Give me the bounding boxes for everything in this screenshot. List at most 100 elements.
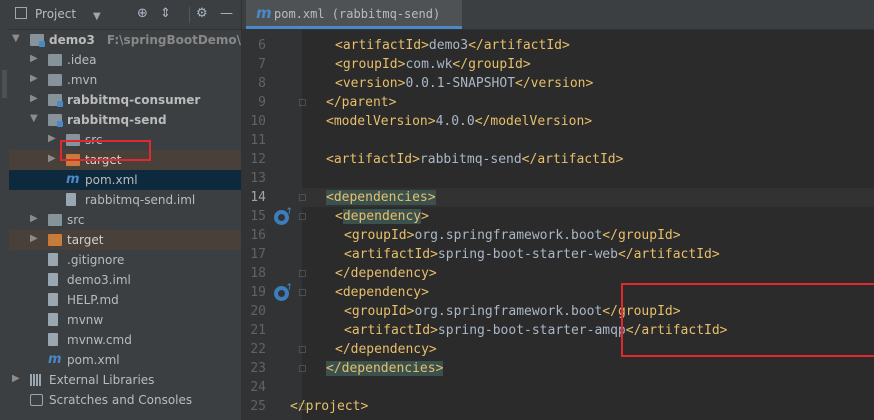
tree-item-label: External Libraries <box>49 373 155 387</box>
expand-right-icon[interactable]: ▶ <box>48 133 58 144</box>
tree-item[interactable]: m pom.xml <box>9 350 241 370</box>
expand-down-icon[interactable]: ▼ <box>30 113 40 124</box>
tree-item-label: mvnw <box>67 313 104 327</box>
xml-tag: </groupId> <box>602 228 681 243</box>
line-number: 19 <box>250 285 266 300</box>
tree-item[interactable]: ▶ .mvn <box>9 70 241 90</box>
xml-text: com.wk <box>405 57 453 72</box>
chevron-down-icon[interactable]: ▼ <box>93 9 101 25</box>
tree-item[interactable]: rabbitmq-send.iml <box>9 190 241 210</box>
xml-tag: </dependency> <box>335 266 437 281</box>
gear-icon[interactable]: ⚙ <box>196 6 208 22</box>
expand-right-icon[interactable]: ▶ <box>30 93 40 104</box>
code-line: <groupId>com.wk</groupId> <box>335 57 531 72</box>
tree-item-label: demo3.iml <box>67 273 131 287</box>
tab-pom-xml[interactable]: m pom.xml (rabbitmq-send) <box>246 0 462 29</box>
xml-tag: <dependency> <box>335 285 429 300</box>
tree-item[interactable]: demo3.iml <box>9 270 241 290</box>
scratches-icon <box>30 394 43 406</box>
line-number: 25 <box>250 399 266 414</box>
xml-text: spring-boot-starter-web <box>437 247 618 262</box>
expand-right-icon[interactable]: ▶ <box>30 233 40 244</box>
tree-item[interactable]: ▶ .idea <box>9 50 241 70</box>
code-line: </project> <box>290 399 368 414</box>
xml-tag: <groupId> <box>335 57 406 72</box>
file-icon <box>48 313 58 326</box>
line-number: 10 <box>250 114 266 129</box>
tree-item[interactable]: ▼ rabbitmq-send <box>9 110 241 130</box>
tree-item[interactable]: ▶ rabbitmq-consumer <box>9 90 241 110</box>
module-folder-icon <box>48 94 63 107</box>
tree-item[interactable]: .gitignore <box>9 250 241 270</box>
tree-item-label: .idea <box>67 53 97 67</box>
project-path: F:\springBootDemo\dem <box>106 33 241 47</box>
editor-pane: m pom.xml (rabbitmq-send) 6 7 8 9 ▢ 10 11 12 13 1… <box>241 0 874 420</box>
xml-tag: </artifactId> <box>617 247 720 262</box>
maven-file-icon: m <box>66 172 80 187</box>
project-view-icon <box>15 7 27 19</box>
tree-item[interactable]: mvnw <box>9 310 241 330</box>
tree-item[interactable]: ▶ External Libraries <box>9 370 241 390</box>
xml-tag: <artifactId> <box>344 247 438 262</box>
folder-icon <box>48 54 62 66</box>
xml-tag: </dependencies> <box>326 361 444 376</box>
collapse-all-icon[interactable]: ⇕ <box>160 6 171 22</box>
tree-item-label: target <box>67 233 104 247</box>
tree-item-label: .gitignore <box>67 253 125 267</box>
line-number: 20 <box>250 304 266 319</box>
dependency-gutter-icon[interactable]: ↑ <box>274 283 293 301</box>
xml-tag: <modelVersion> <box>326 114 436 129</box>
tree-item[interactable]: mvnw.cmd <box>9 330 241 350</box>
tree-item[interactable]: Scratches and Consoles <box>9 390 241 410</box>
tree-item[interactable]: HELP.md <box>9 290 241 310</box>
line-number: 23 <box>250 361 266 376</box>
expand-right-icon[interactable]: ▶ <box>30 73 40 84</box>
excluded-folder-icon <box>48 234 62 246</box>
editor-gutter: 6 7 8 9 ▢ 10 11 12 13 14 ▢ 15 ▢ ↑ 16 17 18 ▢ 19 ▢ ↑ 20 21 22 ▢ 23… <box>242 30 307 420</box>
xml-tag: <dependencies> <box>326 190 436 205</box>
code-line: <dependencies> <box>326 190 436 205</box>
module-folder-icon <box>48 114 63 127</box>
line-number: 7 <box>258 57 266 72</box>
tree-item-label: pom.xml <box>67 353 120 367</box>
expand-right-icon[interactable]: ▶ <box>30 213 40 224</box>
tree-item-label: demo3F:\springBootDemo\dem <box>49 33 241 47</box>
hide-panel-icon[interactable]: — <box>220 6 233 22</box>
tree-item[interactable]: ▶ target <box>9 230 241 250</box>
xml-tag: < <box>335 209 343 224</box>
file-icon <box>48 273 58 286</box>
line-number: 11 <box>250 133 266 148</box>
line-number: 16 <box>250 228 266 243</box>
xml-tag: </project> <box>290 399 369 414</box>
dependency-gutter-icon[interactable]: ↑ <box>274 207 293 225</box>
project-panel: Project ▼ ⊕ ⇕ ⚙ — ▼ demo3 F:\springBootDem… <box>9 0 241 420</box>
xml-tag: <artifactId> <box>326 152 420 167</box>
expand-down-icon[interactable]: ▼ <box>12 33 22 44</box>
tree-item[interactable]: m pom.xml <box>9 170 241 190</box>
project-tool-button[interactable] <box>2 70 7 98</box>
xml-tag: </artifactId> <box>468 38 570 53</box>
xml-tag: <version> <box>335 76 406 91</box>
module-folder-icon <box>30 34 45 47</box>
libraries-icon <box>30 374 44 386</box>
locate-icon[interactable]: ⊕ <box>137 6 148 22</box>
code-line: <artifactId>rabbitmq-send</artifactId> <box>326 152 623 167</box>
line-number: 13 <box>250 171 266 186</box>
code-line: <groupId>org.springframework.boot</group… <box>344 228 681 243</box>
tree-item[interactable]: ▶ src <box>9 210 241 230</box>
line-number: 6 <box>258 38 266 53</box>
code-area[interactable]: <artifactId>demo3</artifactId> <groupId>c… <box>290 30 874 420</box>
xml-text: org.springframework.boot <box>414 228 603 243</box>
xml-tag: > <box>421 209 429 224</box>
expand-right-icon[interactable]: ▶ <box>30 53 40 64</box>
expand-right-icon[interactable]: ▶ <box>48 153 58 164</box>
code-line: <modelVersion>4.0.0</modelVersion> <box>326 114 592 129</box>
project-panel-title[interactable]: Project <box>35 7 76 21</box>
xml-tag: </modelVersion> <box>474 114 593 129</box>
file-icon <box>48 253 58 266</box>
xml-tag: <artifactId> <box>335 38 429 53</box>
expand-right-icon[interactable]: ▶ <box>12 373 22 384</box>
tree-item[interactable]: ▼ demo3F:\springBootDemo\dem <box>9 30 241 50</box>
tree-item-label: .mvn <box>67 73 98 87</box>
maven-file-icon: m <box>48 352 62 367</box>
